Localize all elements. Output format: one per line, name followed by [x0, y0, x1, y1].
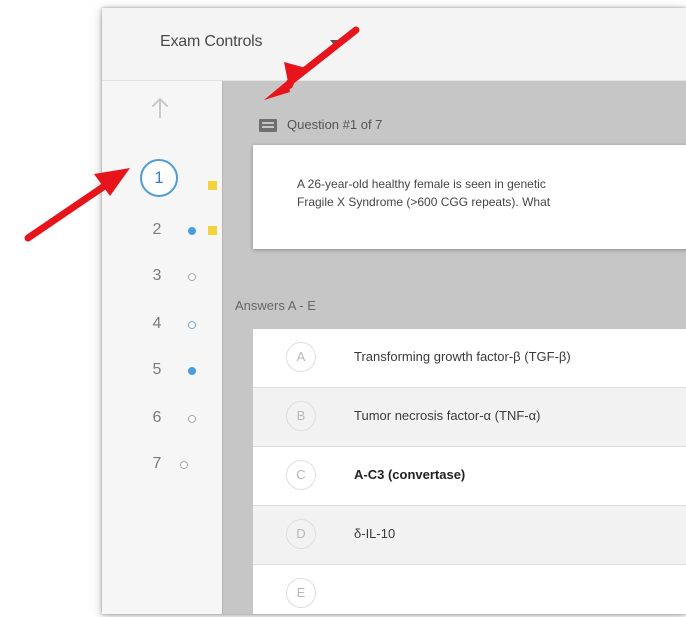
red-arrow-icon — [264, 26, 360, 100]
red-arrow-icon — [24, 168, 130, 242]
annotation-arrows — [24, 26, 360, 242]
